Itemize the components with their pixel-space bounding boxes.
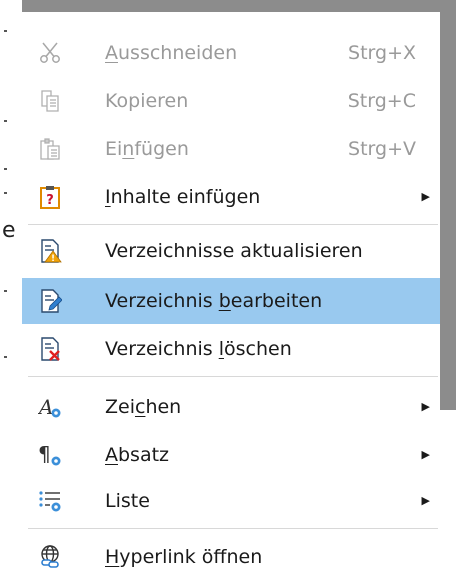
background-window-top bbox=[0, 0, 456, 12]
submenu-arrow-icon: ▶ bbox=[421, 448, 430, 461]
doc-mark bbox=[4, 30, 7, 32]
paste-special-icon: ? bbox=[38, 185, 62, 209]
submenu-arrow-icon: ▶ bbox=[421, 400, 430, 413]
menu-item-paste-special[interactable]: ? Inhalte einfügen ▶ bbox=[22, 174, 440, 220]
menu-item-label: Kopieren bbox=[105, 90, 189, 112]
background-window-right bbox=[440, 0, 456, 410]
svg-text:?: ? bbox=[46, 193, 54, 208]
menu-item-update-index[interactable]: Verzeichnisse aktualisieren bbox=[22, 228, 440, 274]
menu-item-label: Hyperlink öffnen bbox=[105, 546, 263, 568]
menu-item-label: Ausschneiden bbox=[105, 42, 238, 64]
menu-item-character[interactable]: A Zeichen ▶ bbox=[22, 384, 440, 430]
menu-separator bbox=[28, 224, 438, 225]
copy-icon bbox=[38, 89, 62, 113]
svg-text:A: A bbox=[38, 395, 53, 419]
menu-item-list[interactable]: Liste ▶ bbox=[22, 478, 440, 524]
menu-item-paragraph[interactable]: ¶ Absatz ▶ bbox=[22, 432, 440, 478]
document-text-fragment: e bbox=[2, 218, 16, 243]
menu-item-label: Verzeichnis löschen bbox=[105, 338, 292, 360]
menu-item-edit-index[interactable]: Verzeichnis bearbeiten bbox=[22, 278, 440, 324]
delete-index-icon bbox=[38, 337, 62, 361]
paste-icon bbox=[38, 137, 62, 161]
menu-item-open-hyperlink[interactable]: Hyperlink öffnen bbox=[22, 534, 440, 580]
menu-item-label: Verzeichnis bearbeiten bbox=[105, 290, 323, 312]
menu-item-shortcut: Strg+X bbox=[348, 42, 416, 64]
menu-item-paste[interactable]: Einfügen Strg+V bbox=[22, 126, 440, 172]
update-index-icon bbox=[38, 239, 62, 263]
menu-item-label: Inhalte einfügen bbox=[105, 186, 261, 208]
doc-mark bbox=[4, 192, 7, 194]
doc-mark bbox=[4, 290, 7, 292]
menu-item-label: Verzeichnisse aktualisieren bbox=[105, 240, 363, 262]
menu-item-delete-index[interactable]: Verzeichnis löschen bbox=[22, 326, 440, 372]
menu-separator bbox=[28, 376, 438, 377]
menu-item-label: Einfügen bbox=[105, 138, 189, 160]
menu-item-shortcut: Strg+V bbox=[348, 138, 416, 160]
hyperlink-icon bbox=[38, 545, 62, 569]
doc-mark bbox=[4, 168, 7, 170]
scissors-icon bbox=[38, 41, 62, 65]
doc-mark bbox=[4, 120, 7, 122]
document-edge: e bbox=[0, 0, 22, 583]
list-icon bbox=[38, 489, 62, 513]
menu-item-label: Zeichen bbox=[105, 396, 182, 418]
menu-item-label: Absatz bbox=[105, 444, 170, 466]
menu-item-cut[interactable]: Ausschneiden Strg+X bbox=[22, 30, 440, 76]
menu-item-copy[interactable]: Kopieren Strg+C bbox=[22, 78, 440, 124]
context-menu: Ausschneiden Strg+X Kopieren Strg+C Einf… bbox=[22, 12, 440, 583]
paragraph-icon: ¶ bbox=[38, 442, 62, 467]
submenu-arrow-icon: ▶ bbox=[421, 190, 430, 203]
svg-text:¶: ¶ bbox=[38, 443, 51, 466]
doc-mark bbox=[4, 356, 7, 358]
edit-index-icon bbox=[38, 289, 63, 313]
submenu-arrow-icon: ▶ bbox=[421, 494, 430, 507]
menu-separator bbox=[28, 528, 438, 529]
menu-item-label: Liste bbox=[105, 490, 150, 512]
character-icon: A bbox=[37, 395, 62, 419]
menu-item-shortcut: Strg+C bbox=[347, 90, 416, 112]
